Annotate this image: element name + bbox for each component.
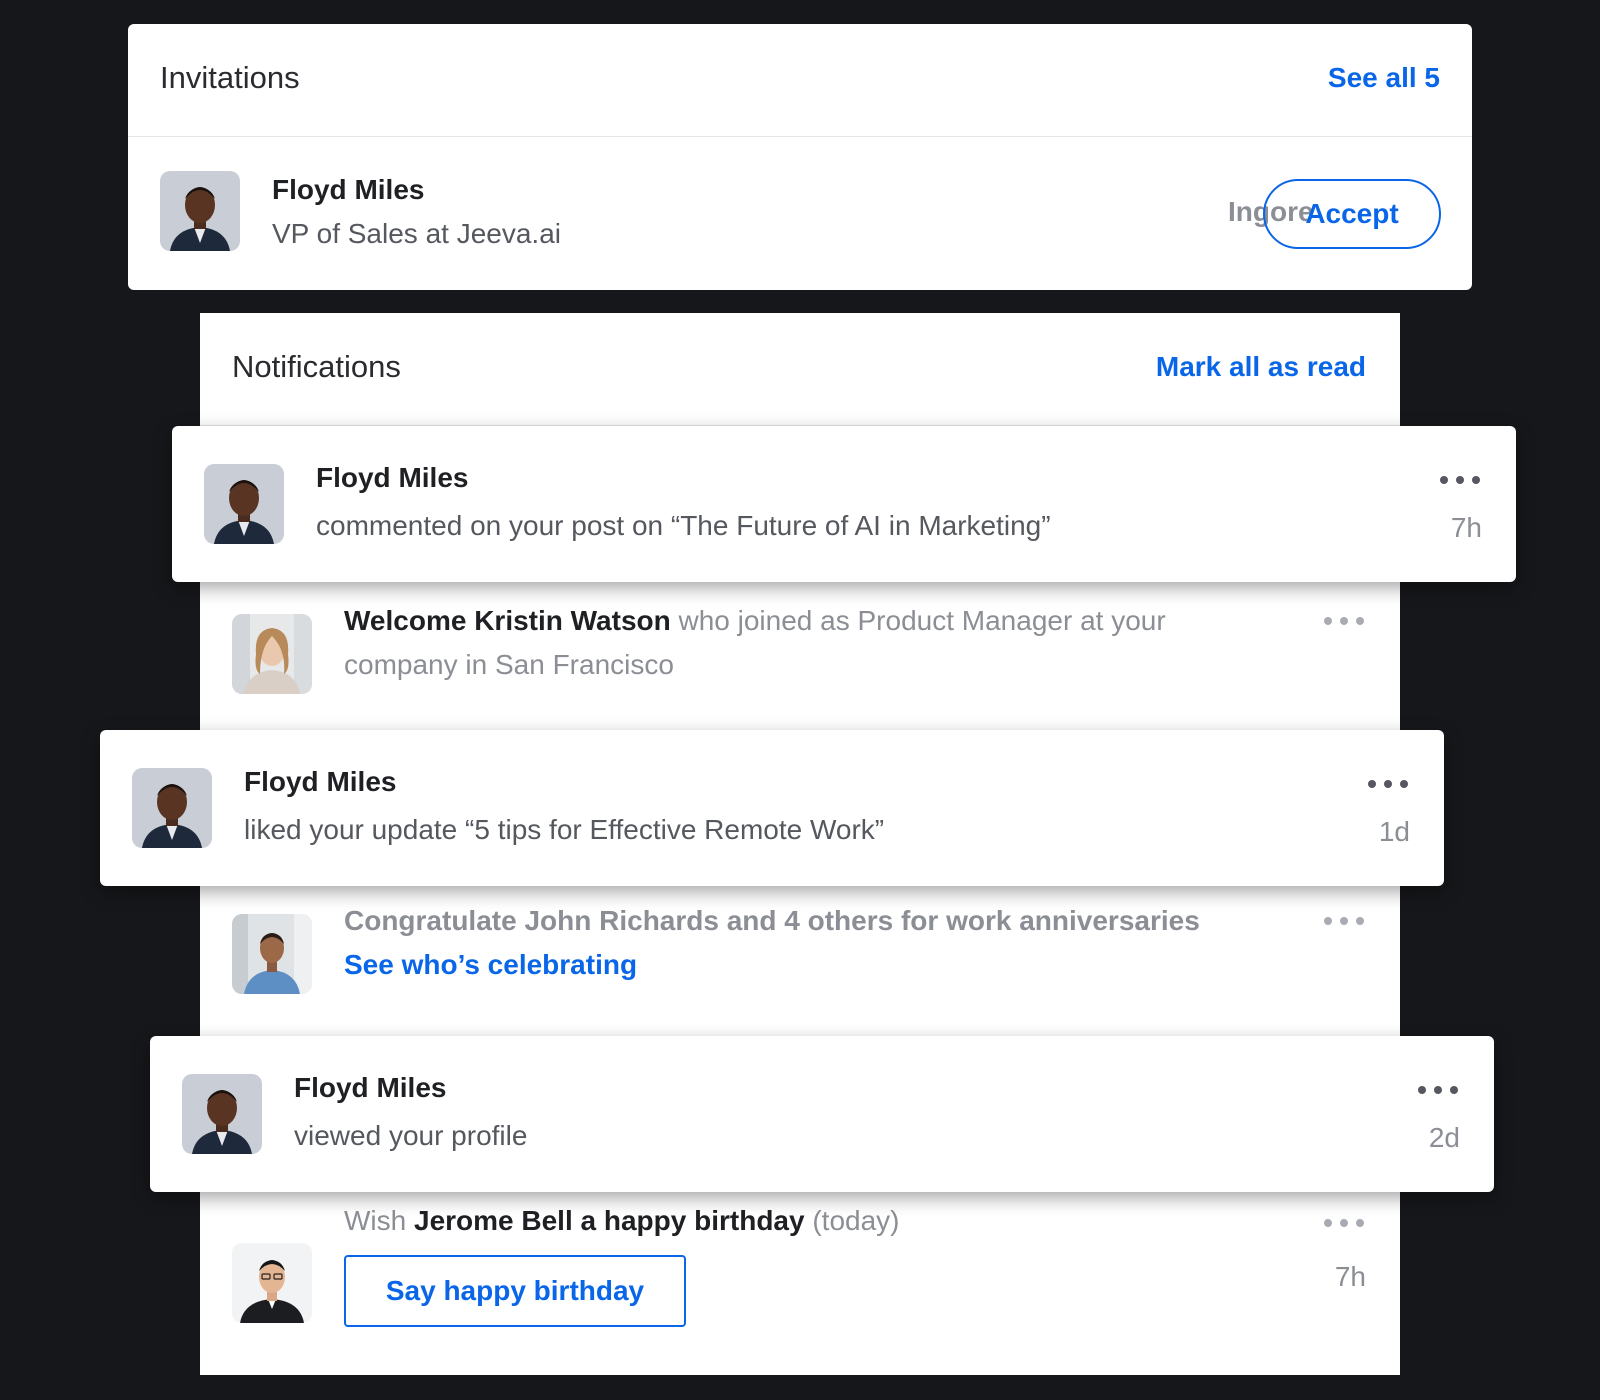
welcome-notification-text: Welcome Kristin Watson who joined as Pro… xyxy=(344,599,1224,687)
invitations-title: Invitations xyxy=(160,60,300,95)
avatar-jerome-bell[interactable] xyxy=(232,1243,312,1323)
notification-description: viewed your profile xyxy=(294,1120,528,1151)
more-options-icon[interactable] xyxy=(1368,778,1408,790)
invitation-subtitle: VP of Sales at Jeeva.ai xyxy=(272,218,561,249)
birthday-text: Wish Jerome Bell a happy birthday (today… xyxy=(344,1199,1244,1243)
timestamp: 2d xyxy=(1428,1122,1460,1153)
avatar-kristin-watson[interactable] xyxy=(232,614,312,694)
see-all-invitations-link[interactable]: See all 5 xyxy=(1328,62,1440,94)
invitations-header: Invitations See all 5 xyxy=(128,24,1472,137)
invitation-name[interactable]: Floyd Miles xyxy=(272,174,424,206)
timestamp: 7h xyxy=(1450,512,1482,543)
avatar-john-richards[interactable] xyxy=(232,914,312,994)
birthday-suffix: (today) xyxy=(804,1205,900,1236)
timestamp: 7h xyxy=(1334,1261,1366,1292)
notification-comment-card[interactable]: Floyd Miles commented on your post on “T… xyxy=(172,426,1516,582)
avatar-floyd-miles[interactable] xyxy=(204,464,284,544)
notification-description: liked your update “5 tips for Effective … xyxy=(244,814,885,845)
timestamp: 1d xyxy=(1378,816,1410,847)
invitations-card: Invitations See all 5 Floyd Miles VP of … xyxy=(128,24,1472,290)
notification-like-card[interactable]: Floyd Miles liked your update “5 tips fo… xyxy=(100,730,1444,886)
more-options-icon[interactable] xyxy=(1418,1084,1458,1096)
more-options-icon[interactable] xyxy=(1440,474,1480,486)
accept-button[interactable]: Accept xyxy=(1263,179,1441,249)
notifications-title: Notifications xyxy=(232,349,401,384)
notification-name[interactable]: Floyd Miles xyxy=(244,766,396,798)
avatar-floyd-miles[interactable] xyxy=(132,768,212,848)
avatar-floyd-miles[interactable] xyxy=(160,171,240,251)
avatar-floyd-miles[interactable] xyxy=(182,1074,262,1154)
notification-name[interactable]: Floyd Miles xyxy=(316,462,468,494)
anniversary-text: Congratulate John Richards and 4 others … xyxy=(344,905,1200,936)
more-options-icon[interactable] xyxy=(1324,615,1364,627)
notification-description: commented on your post on “The Future of… xyxy=(316,510,1051,541)
birthday-prefix: Wish xyxy=(344,1205,414,1236)
birthday-name[interactable]: Jerome Bell a happy birthday xyxy=(414,1205,805,1236)
welcome-name[interactable]: Welcome Kristin Watson xyxy=(344,605,671,636)
see-celebrating-link[interactable]: See who’s celebrating xyxy=(344,949,637,981)
notification-profile-view-card[interactable]: Floyd Miles viewed your profile 2d xyxy=(150,1036,1494,1192)
mark-all-read-link[interactable]: Mark all as read xyxy=(1156,351,1366,383)
more-options-icon[interactable] xyxy=(1324,1217,1364,1229)
say-happy-birthday-button[interactable]: Say happy birthday xyxy=(344,1255,686,1327)
more-options-icon[interactable] xyxy=(1324,915,1364,927)
notification-name[interactable]: Floyd Miles xyxy=(294,1072,446,1104)
